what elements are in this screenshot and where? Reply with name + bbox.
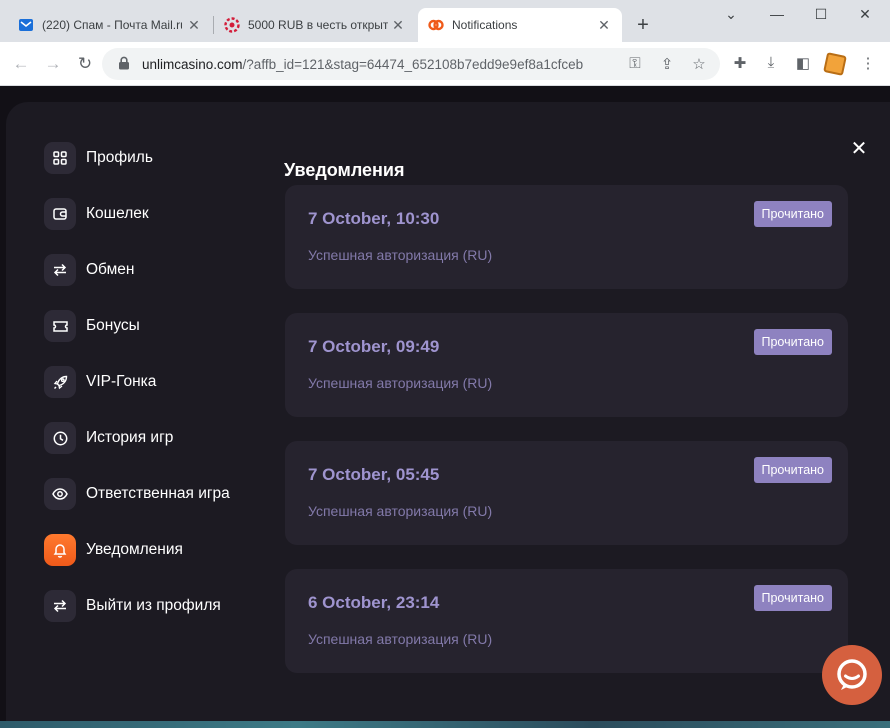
url-text[interactable]: unlimcasino.com/?affb_id=121&stag=64474_… <box>142 57 583 72</box>
chevron-down-icon[interactable]: ⌄ <box>719 6 743 23</box>
read-status-badge: Прочитано <box>753 201 832 227</box>
browser-tab-mail[interactable]: (220) Спам - Почта Mail.ru ✕ <box>8 8 212 42</box>
desktop-wallpaper-strip <box>0 721 890 728</box>
sidebar-item-game-history[interactable]: История игр <box>44 422 274 454</box>
wallet-icon <box>44 198 76 230</box>
sidebar-item-label: Профиль <box>86 149 153 166</box>
notification-date: 7 October, 09:49 <box>308 337 440 356</box>
sidebar-item-wallet[interactable]: Кошелек <box>44 198 274 230</box>
bell-icon <box>44 534 76 566</box>
sidebar-item-label: История игр <box>86 429 174 446</box>
read-status-badge: Прочитано <box>753 329 832 355</box>
ticket-icon <box>44 310 76 342</box>
sidebar-item-label: Обмен <box>86 261 135 278</box>
sidebar-item-profile[interactable]: Профиль <box>44 142 274 174</box>
close-icon[interactable]: ✕ <box>848 138 870 160</box>
read-status-badge: Прочитано <box>753 585 832 611</box>
clock-icon <box>44 422 76 454</box>
window-close-icon[interactable]: ✕ <box>853 6 877 23</box>
notification-card: 6 October, 23:14 Успешная авторизация (R… <box>285 569 848 673</box>
browser-toolbar: ← → ↻ unlimcasino.com/?affb_id=121&stag=… <box>0 42 890 86</box>
close-tab-icon[interactable]: ✕ <box>390 17 406 34</box>
reload-button[interactable]: ↻ <box>73 52 97 76</box>
close-tab-icon[interactable]: ✕ <box>596 17 612 34</box>
profile-modal: ✕ Профиль Кошелек Обмен Бонусы VIP-Гонка… <box>6 102 890 728</box>
sidebar-item-label: Выйти из профиля <box>86 597 221 614</box>
sidebar-item-vip-race[interactable]: VIP-Гонка <box>44 366 274 398</box>
url-path: /?affb_id=121&stag=64474_652108b7edd9e9e… <box>242 57 584 72</box>
sidebar-item-label: Уведомления <box>86 541 183 558</box>
bookmark-star-icon[interactable]: ☆ <box>690 55 708 73</box>
tab-title: 5000 RUB в честь открытия <box>248 18 388 32</box>
read-status-badge: Прочитано <box>753 457 832 483</box>
mail-icon <box>18 17 34 33</box>
chat-bubble-icon <box>837 659 867 690</box>
maximize-icon[interactable]: ☐ <box>809 6 833 23</box>
sidebar-item-exchange[interactable]: Обмен <box>44 254 274 286</box>
rocket-icon <box>44 366 76 398</box>
notification-message: Успешная авторизация (RU) <box>308 375 493 391</box>
sidebar-item-logout[interactable]: Выйти из профиля <box>44 590 274 622</box>
sidebar-item-responsible-gaming[interactable]: Ответственная игра <box>44 478 274 510</box>
sidebar-item-bonuses[interactable]: Бонусы <box>44 310 274 342</box>
exchange-icon <box>44 254 76 286</box>
page-content: ✕ Профиль Кошелек Обмен Бонусы VIP-Гонка… <box>0 87 890 728</box>
side-panel-icon[interactable]: ◧ <box>793 54 813 72</box>
notification-card: 7 October, 05:45 Успешная авторизация (R… <box>285 441 848 545</box>
notification-message: Успешная авторизация (RU) <box>308 503 493 519</box>
forward-button[interactable]: → <box>41 52 65 76</box>
address-bar[interactable]: unlimcasino.com/?affb_id=121&stag=64474_… <box>102 48 720 80</box>
browser-tab-promo[interactable]: 5000 RUB в честь открытия ✕ <box>214 8 416 42</box>
notification-date: 7 October, 10:30 <box>308 209 440 228</box>
notification-message: Успешная авторизация (RU) <box>308 247 493 263</box>
grid-icon <box>44 142 76 174</box>
extensions-icon[interactable]: ✚ <box>730 54 750 72</box>
close-tab-icon[interactable]: ✕ <box>186 17 202 34</box>
eye-icon <box>44 478 76 510</box>
browser-tab-bar: (220) Спам - Почта Mail.ru ✕ 5000 RUB в … <box>0 0 890 42</box>
menu-dots-icon[interactable]: ⋮ <box>858 54 878 72</box>
back-button[interactable]: ← <box>9 52 33 76</box>
notification-date: 7 October, 05:45 <box>308 465 440 484</box>
notification-card: 7 October, 09:49 Успешная авторизация (R… <box>285 313 848 417</box>
download-icon[interactable]: ⤓ <box>761 54 781 71</box>
sidebar-item-notifications[interactable]: Уведомления <box>44 534 274 566</box>
notification-message: Успешная авторизация (RU) <box>308 631 493 647</box>
sidebar-item-label: Кошелек <box>86 205 149 222</box>
notification-card: 7 October, 10:30 Успешная авторизация (R… <box>285 185 848 289</box>
page-title: Уведомления <box>284 160 405 180</box>
live-chat-button[interactable] <box>822 645 882 705</box>
new-tab-button[interactable]: + <box>632 14 654 36</box>
browser-tab-notifications[interactable]: Notifications ✕ <box>418 8 622 42</box>
tab-title: (220) Спам - Почта Mail.ru <box>42 18 182 32</box>
lock-icon <box>118 56 130 70</box>
casino-chip-icon <box>224 17 240 33</box>
url-host: unlimcasino.com <box>142 57 243 72</box>
key-icon[interactable]: ⚿ <box>626 55 644 72</box>
unlim-logo-icon <box>428 17 444 33</box>
tab-title: Notifications <box>452 18 518 32</box>
sidebar-item-label: Ответственная игра <box>86 485 230 502</box>
sidebar-item-label: VIP-Гонка <box>86 373 157 390</box>
sidebar-item-label: Бонусы <box>86 317 140 334</box>
notification-date: 6 October, 23:14 <box>308 593 440 612</box>
share-icon[interactable]: ⇪ <box>658 55 676 73</box>
minimize-icon[interactable]: — <box>765 6 789 22</box>
extension-cube-icon[interactable] <box>823 52 847 76</box>
logout-icon <box>44 590 76 622</box>
